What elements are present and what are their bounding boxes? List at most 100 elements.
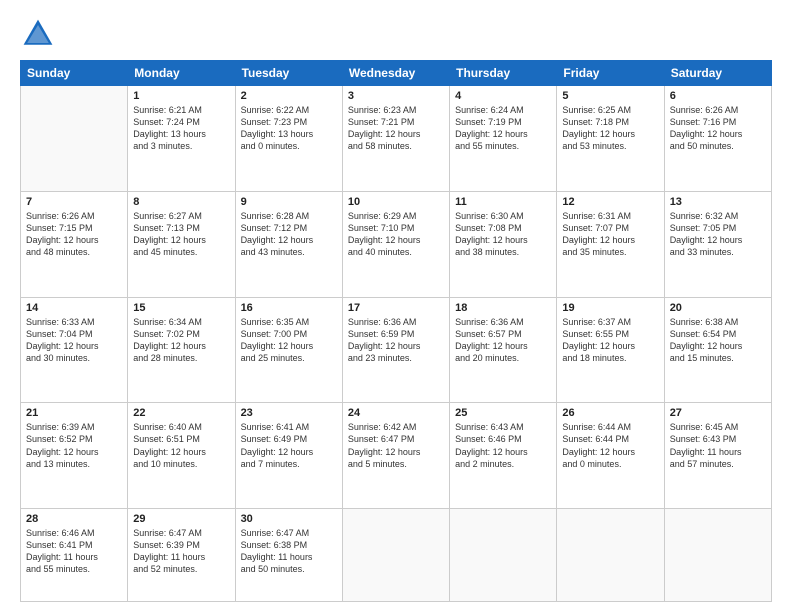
day-info: Sunrise: 6:28 AM Sunset: 7:12 PM Dayligh… xyxy=(241,210,337,259)
day-number: 23 xyxy=(241,407,337,419)
day-info: Sunrise: 6:37 AM Sunset: 6:55 PM Dayligh… xyxy=(562,316,658,365)
calendar-cell: 16Sunrise: 6:35 AM Sunset: 7:00 PM Dayli… xyxy=(235,297,342,403)
day-number: 3 xyxy=(348,90,444,102)
day-number: 12 xyxy=(562,196,658,208)
day-info: Sunrise: 6:22 AM Sunset: 7:23 PM Dayligh… xyxy=(241,104,337,153)
calendar-cell: 27Sunrise: 6:45 AM Sunset: 6:43 PM Dayli… xyxy=(664,403,771,509)
weekday-header-thursday: Thursday xyxy=(450,61,557,86)
calendar-cell: 20 Sunrise: 6:38 AM Sunset: 6:54 PM Dayli… xyxy=(664,297,771,403)
calendar-table: SundayMondayTuesdayWednesdayThursdayFrid… xyxy=(20,60,772,602)
day-number: 7 xyxy=(26,196,122,208)
day-info: Sunrise: 6:27 AM Sunset: 7:13 PM Dayligh… xyxy=(133,210,229,259)
day-number: 6 xyxy=(670,90,766,102)
calendar-cell: 19 Sunrise: 6:37 AM Sunset: 6:55 PM Dayli… xyxy=(557,297,664,403)
calendar-cell: 9 Sunrise: 6:28 AM Sunset: 7:12 PM Daylig… xyxy=(235,191,342,297)
week-row-5: 28 Sunrise: 6:46 AM Sunset: 6:41 PM Dayli… xyxy=(21,509,772,602)
weekday-header-monday: Monday xyxy=(128,61,235,86)
calendar-cell: 24Sunrise: 6:42 AM Sunset: 6:47 PM Dayli… xyxy=(342,403,449,509)
day-number: 11 xyxy=(455,196,551,208)
day-info: Sunrise: 6:43 AM Sunset: 6:46 PM Dayligh… xyxy=(455,421,551,470)
calendar-cell: 5 Sunrise: 6:25 AM Sunset: 7:18 PM Daylig… xyxy=(557,86,664,192)
day-number: 29 xyxy=(133,513,229,525)
day-info: Sunrise: 6:41 AM Sunset: 6:49 PM Dayligh… xyxy=(241,421,337,470)
day-number: 8 xyxy=(133,196,229,208)
calendar-body: 1 Sunrise: 6:21 AM Sunset: 7:24 PM Daylig… xyxy=(21,86,772,602)
day-info: Sunrise: 6:29 AM Sunset: 7:10 PM Dayligh… xyxy=(348,210,444,259)
calendar-cell: 6 Sunrise: 6:26 AM Sunset: 7:16 PM Daylig… xyxy=(664,86,771,192)
calendar-cell: 26 Sunrise: 6:44 AM Sunset: 6:44 PM Dayli… xyxy=(557,403,664,509)
day-number: 24 xyxy=(348,407,444,419)
calendar-cell xyxy=(664,509,771,602)
calendar-cell: 30 Sunrise: 6:47 AM Sunset: 6:38 PM Dayli… xyxy=(235,509,342,602)
day-number: 10 xyxy=(348,196,444,208)
day-info: Sunrise: 6:47 AM Sunset: 6:38 PM Dayligh… xyxy=(241,527,337,576)
day-number: 4 xyxy=(455,90,551,102)
day-number: 20 xyxy=(670,302,766,314)
day-number: 18 xyxy=(455,302,551,314)
day-number: 19 xyxy=(562,302,658,314)
day-number: 30 xyxy=(241,513,337,525)
day-number: 22 xyxy=(133,407,229,419)
day-info: Sunrise: 6:25 AM Sunset: 7:18 PM Dayligh… xyxy=(562,104,658,153)
calendar-cell: 3Sunrise: 6:23 AM Sunset: 7:21 PM Daylig… xyxy=(342,86,449,192)
day-info: Sunrise: 6:44 AM Sunset: 6:44 PM Dayligh… xyxy=(562,421,658,470)
day-number: 5 xyxy=(562,90,658,102)
day-number: 17 xyxy=(348,302,444,314)
day-number: 21 xyxy=(26,407,122,419)
day-info: Sunrise: 6:32 AM Sunset: 7:05 PM Dayligh… xyxy=(670,210,766,259)
day-number: 25 xyxy=(455,407,551,419)
day-number: 16 xyxy=(241,302,337,314)
day-info: Sunrise: 6:33 AM Sunset: 7:04 PM Dayligh… xyxy=(26,316,122,365)
day-info: Sunrise: 6:40 AM Sunset: 6:51 PM Dayligh… xyxy=(133,421,229,470)
calendar-cell: 25 Sunrise: 6:43 AM Sunset: 6:46 PM Dayli… xyxy=(450,403,557,509)
day-info: Sunrise: 6:36 AM Sunset: 6:57 PM Dayligh… xyxy=(455,316,551,365)
logo xyxy=(20,16,62,52)
day-number: 2 xyxy=(241,90,337,102)
calendar-header: SundayMondayTuesdayWednesdayThursdayFrid… xyxy=(21,61,772,86)
day-number: 28 xyxy=(26,513,122,525)
weekday-header-sunday: Sunday xyxy=(21,61,128,86)
calendar-cell xyxy=(557,509,664,602)
day-info: Sunrise: 6:26 AM Sunset: 7:15 PM Dayligh… xyxy=(26,210,122,259)
calendar-cell: 15 Sunrise: 6:34 AM Sunset: 7:02 PM Dayli… xyxy=(128,297,235,403)
day-info: Sunrise: 6:31 AM Sunset: 7:07 PM Dayligh… xyxy=(562,210,658,259)
calendar-cell: 1 Sunrise: 6:21 AM Sunset: 7:24 PM Daylig… xyxy=(128,86,235,192)
day-info: Sunrise: 6:34 AM Sunset: 7:02 PM Dayligh… xyxy=(133,316,229,365)
day-info: Sunrise: 6:47 AM Sunset: 6:39 PM Dayligh… xyxy=(133,527,229,576)
day-number: 1 xyxy=(133,90,229,102)
day-info: Sunrise: 6:38 AM Sunset: 6:54 PM Dayligh… xyxy=(670,316,766,365)
calendar-cell: 13 Sunrise: 6:32 AM Sunset: 7:05 PM Dayli… xyxy=(664,191,771,297)
day-info: Sunrise: 6:36 AM Sunset: 6:59 PM Dayligh… xyxy=(348,316,444,365)
day-info: Sunrise: 6:24 AM Sunset: 7:19 PM Dayligh… xyxy=(455,104,551,153)
day-number: 26 xyxy=(562,407,658,419)
calendar-cell: 7 Sunrise: 6:26 AM Sunset: 7:15 PM Daylig… xyxy=(21,191,128,297)
day-info: Sunrise: 6:26 AM Sunset: 7:16 PM Dayligh… xyxy=(670,104,766,153)
day-number: 27 xyxy=(670,407,766,419)
calendar-cell: 22 Sunrise: 6:40 AM Sunset: 6:51 PM Dayli… xyxy=(128,403,235,509)
calendar-cell: 14 Sunrise: 6:33 AM Sunset: 7:04 PM Dayli… xyxy=(21,297,128,403)
week-row-1: 1 Sunrise: 6:21 AM Sunset: 7:24 PM Daylig… xyxy=(21,86,772,192)
day-number: 13 xyxy=(670,196,766,208)
calendar-cell: 10 Sunrise: 6:29 AM Sunset: 7:10 PM Dayli… xyxy=(342,191,449,297)
day-number: 9 xyxy=(241,196,337,208)
logo-icon xyxy=(20,16,56,52)
day-info: Sunrise: 6:39 AM Sunset: 6:52 PM Dayligh… xyxy=(26,421,122,470)
calendar-cell: 11 Sunrise: 6:30 AM Sunset: 7:08 PM Dayli… xyxy=(450,191,557,297)
calendar-cell: 4 Sunrise: 6:24 AM Sunset: 7:19 PM Daylig… xyxy=(450,86,557,192)
weekday-header-wednesday: Wednesday xyxy=(342,61,449,86)
calendar-cell: 12 Sunrise: 6:31 AM Sunset: 7:07 PM Dayli… xyxy=(557,191,664,297)
day-info: Sunrise: 6:46 AM Sunset: 6:41 PM Dayligh… xyxy=(26,527,122,576)
calendar-cell: 29 Sunrise: 6:47 AM Sunset: 6:39 PM Dayli… xyxy=(128,509,235,602)
calendar-cell: 18 Sunrise: 6:36 AM Sunset: 6:57 PM Dayli… xyxy=(450,297,557,403)
day-info: Sunrise: 6:21 AM Sunset: 7:24 PM Dayligh… xyxy=(133,104,229,153)
weekday-header-friday: Friday xyxy=(557,61,664,86)
day-info: Sunrise: 6:30 AM Sunset: 7:08 PM Dayligh… xyxy=(455,210,551,259)
calendar-cell xyxy=(21,86,128,192)
weekday-row: SundayMondayTuesdayWednesdayThursdayFrid… xyxy=(21,61,772,86)
weekday-header-saturday: Saturday xyxy=(664,61,771,86)
page: SundayMondayTuesdayWednesdayThursdayFrid… xyxy=(0,0,792,612)
day-number: 14 xyxy=(26,302,122,314)
weekday-header-tuesday: Tuesday xyxy=(235,61,342,86)
day-number: 15 xyxy=(133,302,229,314)
calendar-cell: 17 Sunrise: 6:36 AM Sunset: 6:59 PM Dayli… xyxy=(342,297,449,403)
